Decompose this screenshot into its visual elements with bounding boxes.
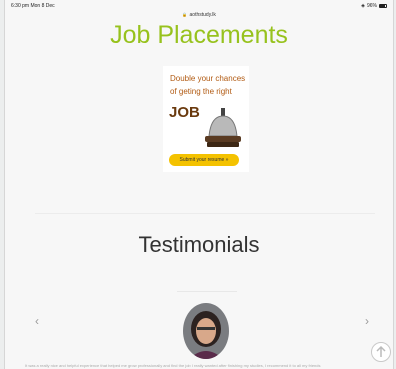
testimonials-heading: Testimonials bbox=[138, 232, 260, 257]
submit-resume-button[interactable]: Submit your resume » bbox=[169, 154, 239, 166]
chevron-right-icon[interactable]: › bbox=[365, 314, 369, 328]
address-bar[interactable]: 🔒 aothstudy.lk bbox=[5, 10, 393, 20]
up-arrow-icon bbox=[376, 345, 386, 357]
ad-text-line-1: Double your chances bbox=[170, 74, 246, 83]
status-bar: 6:30 pm Mon 8 Dec ◈ 96% bbox=[5, 0, 393, 10]
battery-icon bbox=[379, 4, 387, 8]
avatar-image bbox=[183, 303, 229, 359]
ad-text-line-2: of geting the right bbox=[170, 87, 232, 96]
bell-icon bbox=[205, 108, 241, 147]
wifi-icon: ◈ bbox=[361, 3, 365, 9]
testimonial-quote: It was a really nice and helpful experie… bbox=[25, 363, 321, 368]
testimonials-underline bbox=[177, 291, 237, 292]
section-divider bbox=[35, 213, 375, 214]
avatar bbox=[183, 303, 229, 359]
battery-percent: 96% bbox=[366, 3, 377, 9]
chevron-left-icon[interactable]: ‹ bbox=[35, 314, 39, 328]
job-ad-banner[interactable]: Double your chances of geting the right … bbox=[163, 66, 249, 172]
lock-icon: 🔒 bbox=[182, 12, 188, 17]
job-placements-heading: Job Placements bbox=[110, 21, 288, 49]
browser-page: 6:30 pm Mon 8 Dec ◈ 96% 🔒 aothstudy.lk J… bbox=[4, 0, 394, 369]
status-right: ◈ 96% bbox=[361, 3, 387, 9]
upload-icon[interactable] bbox=[371, 342, 391, 362]
status-time: 6:30 pm Mon 8 Dec bbox=[11, 3, 55, 9]
url-text: aothstudy.lk bbox=[189, 12, 216, 18]
ad-job-label: JOB bbox=[169, 104, 200, 121]
